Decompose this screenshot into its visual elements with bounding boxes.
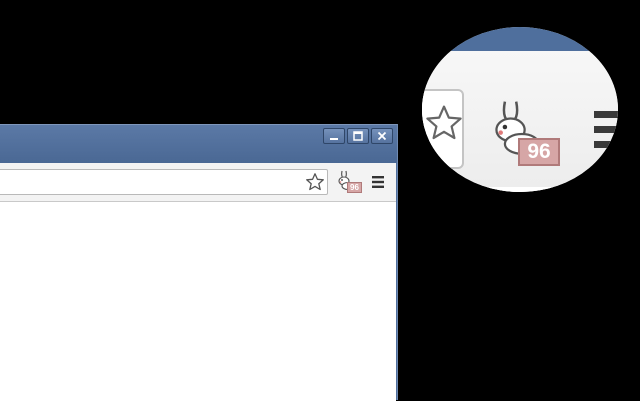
browser-toolbar: 96 — [0, 163, 396, 202]
window-controls — [323, 128, 393, 144]
magnified-titlebar — [422, 27, 618, 51]
magnified-extension: 96 — [488, 95, 568, 175]
minimize-icon — [330, 138, 338, 140]
extension-badge: 96 — [347, 182, 362, 193]
window-titlebar[interactable] — [0, 125, 397, 163]
magnified-extension-badge: 96 — [518, 138, 560, 166]
close-icon — [377, 131, 387, 141]
address-bar[interactable] — [0, 169, 328, 195]
hamburger-menu-icon[interactable] — [371, 175, 385, 189]
maximize-button[interactable] — [347, 128, 369, 144]
extension-button[interactable]: 96 — [336, 169, 362, 195]
browser-window: 96 — [0, 124, 398, 401]
page-content — [0, 202, 396, 401]
star-icon[interactable] — [305, 172, 325, 192]
close-button[interactable] — [371, 128, 393, 144]
magnified-toolbar: 96 — [422, 51, 618, 192]
magnifier-bubble: 96 — [422, 27, 618, 192]
maximize-icon — [353, 131, 363, 141]
magnified-page-edge — [422, 187, 618, 192]
magnified-star-icon — [426, 105, 462, 140]
minimize-button[interactable] — [323, 128, 345, 144]
magnified-hamburger-menu-icon — [594, 111, 618, 148]
